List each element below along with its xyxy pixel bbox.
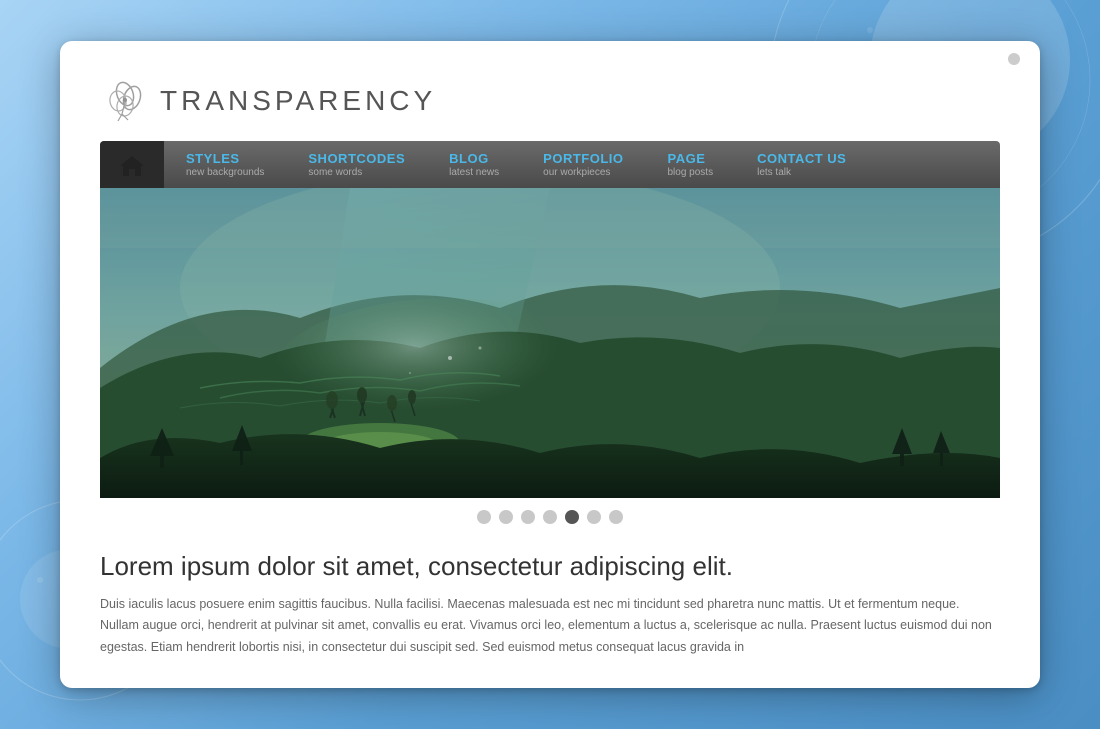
nav-item-shortcodes[interactable]: SHORTCODES some words <box>286 141 427 188</box>
nav-sublabel-styles: new backgrounds <box>186 167 264 178</box>
browser-dot <box>1008 53 1020 65</box>
slider-dot-7[interactable] <box>609 510 623 524</box>
logo-icon <box>100 76 150 126</box>
nav-item-blog[interactable]: BLOG latest news <box>427 141 521 188</box>
main-container: TRANSPARENCY STYLES new backgrounds SHOR… <box>60 41 1040 688</box>
slider-dot-3[interactable] <box>521 510 535 524</box>
navbar: STYLES new backgrounds SHORTCODES some w… <box>100 141 1000 188</box>
hero-slider <box>100 188 1000 498</box>
nav-sublabel-shortcodes: some words <box>308 167 362 178</box>
header: TRANSPARENCY <box>100 61 1000 141</box>
slider-dots <box>100 498 1000 536</box>
nav-item-page[interactable]: PAGE blog posts <box>646 141 736 188</box>
nav-sublabel-blog: latest news <box>449 167 499 178</box>
slider-dot-1[interactable] <box>477 510 491 524</box>
hero-image <box>100 188 1000 498</box>
logo-text: TRANSPARENCY <box>160 85 436 117</box>
nav-item-portfolio[interactable]: PORTFOLIO our workpieces <box>521 141 645 188</box>
nav-label-page: PAGE <box>668 151 706 166</box>
content-section: Lorem ipsum dolor sit amet, consectetur … <box>100 536 1000 658</box>
nav-sublabel-contact: lets talk <box>757 167 791 178</box>
nav-home-button[interactable] <box>100 141 164 188</box>
nav-sublabel-portfolio: our workpieces <box>543 167 610 178</box>
nav-item-contact[interactable]: CONTACT US lets talk <box>735 141 868 188</box>
nav-sublabel-page: blog posts <box>668 167 714 178</box>
content-title: Lorem ipsum dolor sit amet, consectetur … <box>100 551 1000 582</box>
nav-label-styles: STYLES <box>186 151 240 166</box>
nav-label-portfolio: PORTFOLIO <box>543 151 623 166</box>
nav-label-shortcodes: SHORTCODES <box>308 151 405 166</box>
nav-label-contact: CONTACT US <box>757 151 846 166</box>
slider-dot-5[interactable] <box>565 510 579 524</box>
content-body: Duis iaculis lacus posuere enim sagittis… <box>100 594 1000 658</box>
nav-label-blog: BLOG <box>449 151 489 166</box>
nav-item-styles[interactable]: STYLES new backgrounds <box>164 141 286 188</box>
slider-dot-4[interactable] <box>543 510 557 524</box>
slider-dot-2[interactable] <box>499 510 513 524</box>
slider-dot-6[interactable] <box>587 510 601 524</box>
